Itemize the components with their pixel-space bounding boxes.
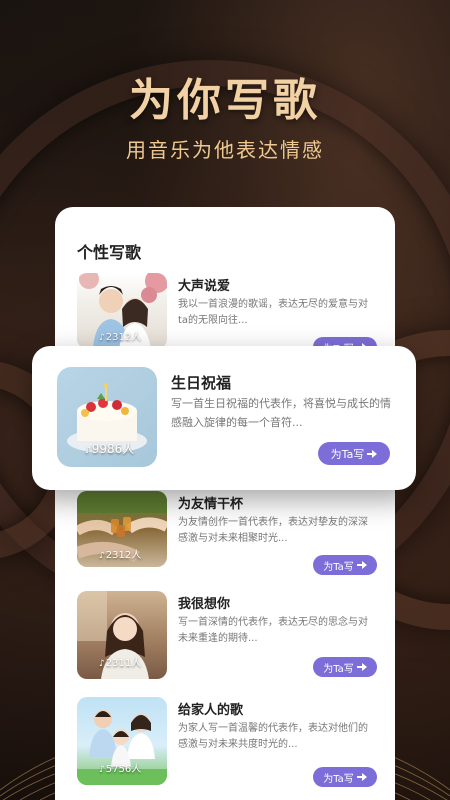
listener-count: 2312人 — [99, 546, 141, 561]
arrow-right-icon — [356, 773, 367, 781]
section-title: 个性写歌 — [77, 243, 142, 262]
write-button-label: 为Ta写 — [323, 663, 354, 675]
song-description: 我以一首浪漫的歌谣，表达无尽的爱意与对ta的无限向往... — [178, 299, 368, 326]
listener-count: 5756人 — [99, 760, 141, 775]
write-button-label: 为Ta写 — [323, 561, 354, 573]
write-for-ta-button[interactable]: 为Ta写 — [313, 767, 377, 787]
write-for-ta-button[interactable]: 为Ta写 — [313, 657, 377, 677]
arrow-right-icon — [367, 449, 378, 458]
arrow-right-icon — [356, 663, 367, 671]
listener-count: 9986人 — [85, 440, 135, 457]
song-title: 生日祝福 — [171, 374, 232, 392]
arrow-right-icon — [356, 561, 367, 569]
song-title: 我很想你 — [178, 597, 231, 612]
song-item-birthday-featured[interactable]: 9986人 生日祝福 写一首生日祝福的代表作，将喜悦与成长的情感融入旋律的每一个… — [32, 346, 416, 490]
song-title: 为友情干杯 — [178, 497, 244, 512]
song-item-miss-you[interactable]: 2311人 我很想你 写一首深情的代表作，表达无尽的思念与对未来重逢的期待...… — [77, 591, 377, 679]
song-item-family[interactable]: 5756人 给家人的歌 为家人写一首温馨的代表作，表达对他们的感激与对未来共度时… — [77, 697, 377, 787]
listener-count: 2312人 — [99, 328, 141, 343]
hero-subtitle: 用音乐为他表达情感 — [126, 138, 324, 162]
song-description: 为家人写一首温馨的代表作，表达对他们的感激与对未来共度时光的... — [178, 723, 368, 750]
song-item-friendship[interactable]: 2312人 为友情干杯 为友情创作一首代表作，表达对挚友的深深感激与对未来相聚时… — [77, 491, 377, 577]
write-for-ta-button[interactable]: 为Ta写 — [318, 442, 390, 465]
song-title: 大声说爱 — [178, 279, 231, 294]
couple-photo-thumbnail: 2312人 — [77, 273, 167, 349]
song-description: 为友情创作一首代表作，表达对挚友的深深感激与对未来相聚时光... — [178, 517, 368, 544]
write-button-label: 为Ta写 — [330, 447, 365, 461]
listener-count: 2311人 — [99, 654, 141, 669]
family-photo-thumbnail: 5756人 — [77, 697, 167, 785]
song-description: 写一首生日祝福的代表作，将喜悦与成长的情感融入旋律的每一个音符... — [171, 397, 391, 429]
girl-photo-thumbnail: 2311人 — [77, 591, 167, 679]
song-list-card: 个性写歌 2312人 大声说爱 我以一首浪漫的歌谣，表达无尽的爱意与对ta的无限… — [55, 207, 395, 800]
write-button-label: 为Ta写 — [323, 773, 354, 785]
song-description: 写一首深情的代表作，表达无尽的思念与对未来重逢的期待... — [178, 617, 368, 644]
hero-title: 为你写歌 — [129, 75, 321, 126]
song-title: 给家人的歌 — [178, 703, 244, 718]
cheers-photo-thumbnail: 2312人 — [77, 491, 167, 567]
write-for-ta-button[interactable]: 为Ta写 — [313, 555, 377, 575]
cake-photo-thumbnail: 9986人 — [57, 367, 157, 467]
